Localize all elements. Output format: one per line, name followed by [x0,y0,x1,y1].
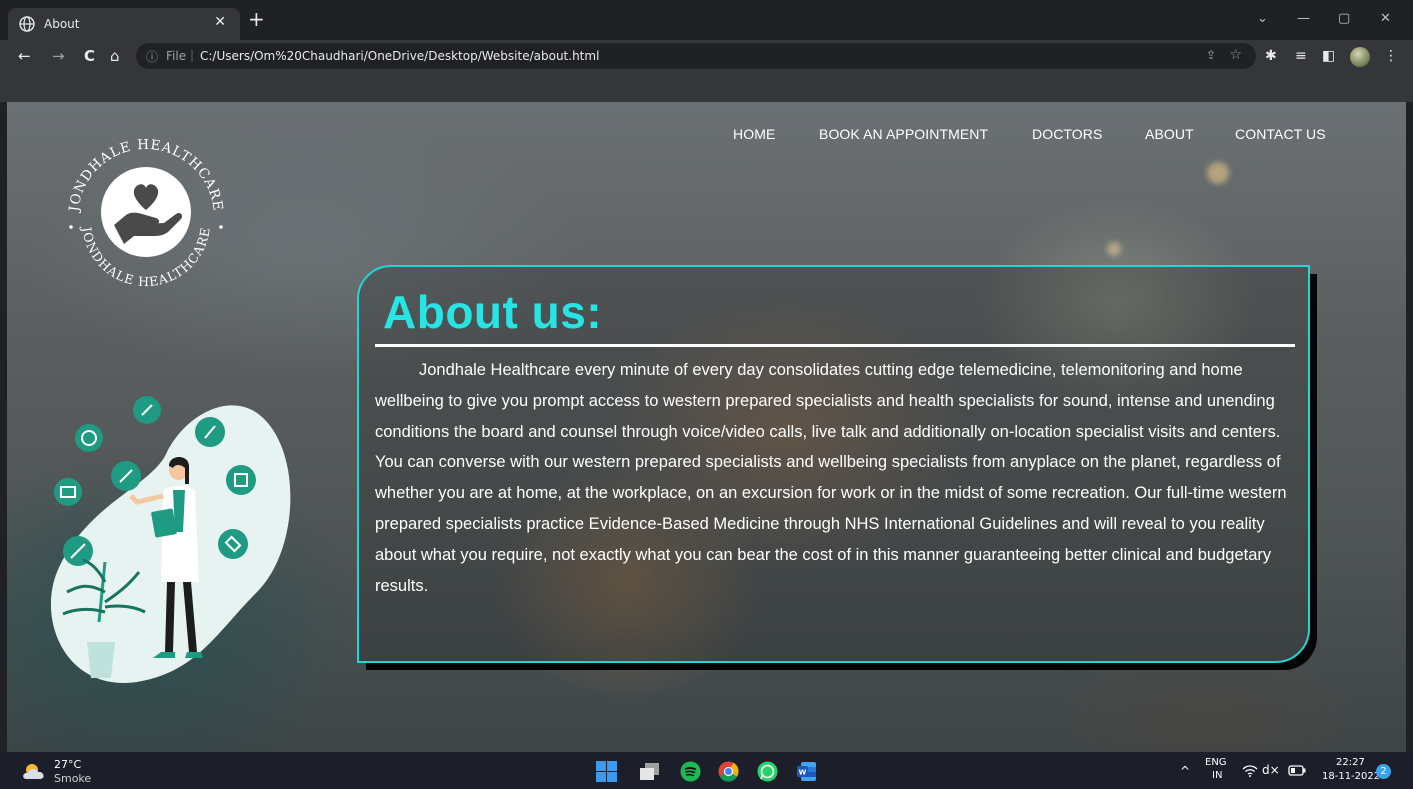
volume-muted-icon[interactable]: d× [1262,763,1280,777]
language-indicator[interactable]: ENG [1205,757,1227,768]
browser-tab-about[interactable]: About ✕ [8,8,240,40]
clock-time[interactable]: 22:27 [1336,757,1365,768]
tab-close-icon[interactable]: ✕ [214,14,226,30]
reading-list-icon[interactable]: ≡ [1295,48,1307,64]
about-body: Jondhale Healthcare every minute of ever… [375,361,1287,595]
tray-overflow-chevron-icon[interactable]: ^ [1180,764,1190,778]
menu-icon[interactable]: ⋮ [1384,48,1398,64]
chrome-icon[interactable] [718,761,739,782]
nav-contact-us[interactable]: CONTACT US [1235,126,1326,142]
tab-search-icon[interactable]: ⌄ [1257,11,1268,26]
forward-button[interactable]: → [52,47,65,65]
new-tab-button[interactable]: + [248,9,265,29]
doctor-illustration [50,396,291,683]
browser-tab-strip: About ✕ + ⌄ — ▢ ✕ [0,0,1413,40]
background-light [1207,162,1229,184]
address-separator: | [190,48,195,62]
about-title: About us: [383,286,603,338]
notification-badge[interactable]: 2 [1376,764,1391,779]
browser-toolbar: ← → C ⌂ ⓘ File | C:/Users/Om%20Chaudhari… [0,40,1413,72]
weather-smoke-icon[interactable] [22,761,48,781]
weather-temperature[interactable]: 27°C [54,758,81,771]
info-icon[interactable]: ⓘ [146,48,158,65]
reload-button[interactable]: C [84,47,95,65]
scheme-label: File [166,49,187,63]
restore-button[interactable]: ▢ [1338,11,1350,26]
wifi-icon[interactable] [1242,764,1258,778]
share-icon[interactable]: ⇪ [1206,48,1216,62]
extensions-icon[interactable]: ✱ [1265,48,1277,64]
minimize-button[interactable]: — [1297,11,1310,26]
site-logo[interactable]: JONDHALE HEALTHCARE JONDHALE HEALTHCARE [56,122,236,302]
bookmark-bar [0,72,1413,102]
weather-description[interactable]: Smoke [54,772,91,785]
windows-start-icon[interactable] [596,761,617,782]
page-viewport: JONDHALE HEALTHCARE JONDHALE HEALTHCARE … [7,102,1406,752]
nav-about[interactable]: ABOUT [1145,126,1194,142]
nav-book-appointment[interactable]: BOOK AN APPOINTMENT [819,126,988,142]
svg-text:W: W [799,769,807,777]
background-light [1107,242,1121,256]
word-icon[interactable]: W [796,761,817,782]
about-card: About us: Jondhale Healthcare every minu… [357,265,1310,663]
battery-icon[interactable] [1288,765,1306,776]
language-region[interactable]: IN [1212,770,1222,781]
windows-taskbar: 27°C Smoke W ^ ENG IN d× 22:27 18-11-202… [0,752,1413,789]
home-button[interactable]: ⌂ [110,47,120,65]
address-url[interactable]: C:/Users/Om%20Chaudhari/OneDrive/Desktop… [200,49,599,63]
task-view-icon[interactable] [639,761,660,782]
address-bar[interactable]: ⓘ File | C:/Users/Om%20Chaudhari/OneDriv… [136,43,1256,69]
close-window-button[interactable]: ✕ [1380,11,1391,26]
whatsapp-icon[interactable] [757,761,778,782]
about-divider [375,344,1295,347]
tab-title: About [44,17,80,31]
profile-avatar[interactable] [1350,47,1370,67]
clock-date[interactable]: 18-11-2022 [1322,771,1380,782]
globe-icon [19,16,35,32]
bookmark-star-icon[interactable]: ☆ [1229,47,1242,63]
nav-doctors[interactable]: DOCTORS [1032,126,1102,142]
nav-home[interactable]: HOME [733,126,775,142]
side-panel-icon[interactable]: ◧ [1322,48,1335,64]
back-button[interactable]: ← [18,47,31,65]
spotify-icon[interactable] [680,761,701,782]
